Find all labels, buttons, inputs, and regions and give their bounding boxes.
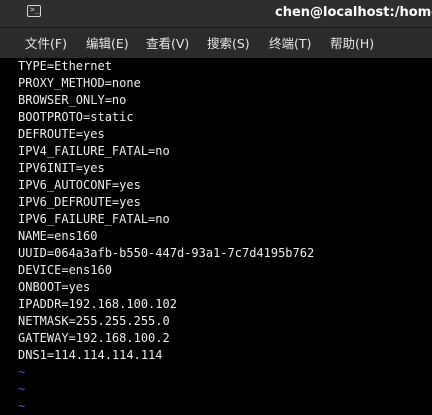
config-line-bootproto: BOOTPROTO=static xyxy=(18,110,134,124)
menu-file[interactable]: 文件(F) xyxy=(25,36,67,52)
window-title: chen@localhost:/home/c xyxy=(275,5,432,20)
config-line-defroute: DEFROUTE=yes xyxy=(18,127,105,141)
config-line-proxy-method: PROXY_METHOD=none xyxy=(18,76,141,90)
title-bar: >_ chen@localhost:/home/c xyxy=(0,0,432,28)
menu-terminal[interactable]: 终端(T) xyxy=(269,36,311,52)
config-line-ipv6-failure-fatal: IPV6_FAILURE_FATAL=no xyxy=(18,212,170,226)
menu-search[interactable]: 搜索(S) xyxy=(207,36,250,52)
config-line-name: NAME=ens160 xyxy=(18,229,98,243)
menu-help[interactable]: 帮助(H) xyxy=(330,36,374,52)
menu-view[interactable]: 查看(V) xyxy=(146,36,189,52)
empty-line-marker: ~ xyxy=(18,365,26,379)
config-line-ipv6-defroute: IPV6_DEFROUTE=yes xyxy=(18,195,141,209)
config-line-dns1: DNS1=114.114.114.114 xyxy=(18,348,163,362)
config-line-ipv6init: IPV6INIT=yes xyxy=(18,161,105,175)
terminal-icon[interactable]: >_ xyxy=(27,5,41,17)
config-line-type: TYPE=Ethernet xyxy=(18,59,112,73)
terminal-content[interactable]: TYPE=Ethernet PROXY_METHOD=none BROWSER_… xyxy=(0,58,432,415)
empty-line-marker: ~ xyxy=(18,399,26,413)
config-line-ipaddr: IPADDR=192.168.100.102 xyxy=(18,297,177,311)
config-line-browser-only: BROWSER_ONLY=no xyxy=(18,93,127,107)
config-line-ipv6-autoconf: IPV6_AUTOCONF=yes xyxy=(18,178,141,192)
menu-edit[interactable]: 编辑(E) xyxy=(86,36,129,52)
menu-bar: 文件(F) 编辑(E) 查看(V) 搜索(S) 终端(T) 帮助(H) xyxy=(0,28,432,58)
config-line-ipv4-failure-fatal: IPV4_FAILURE_FATAL=no xyxy=(18,144,170,158)
config-line-onboot: ONBOOT=yes xyxy=(18,280,91,294)
empty-line-marker: ~ xyxy=(18,382,26,396)
config-line-uuid: UUID=064a3afb-b550-447d-93a1-7c7d4195b76… xyxy=(18,246,315,260)
terminal-window: >_ chen@localhost:/home/c 文件(F) 编辑(E) 查看… xyxy=(0,0,432,415)
config-line-device: DEVICE=ens160 xyxy=(18,263,112,277)
config-line-netmask: NETMASK=255.255.255.0 xyxy=(18,314,170,328)
config-line-gateway: GATEWAY=192.168.100.2 xyxy=(18,331,170,345)
